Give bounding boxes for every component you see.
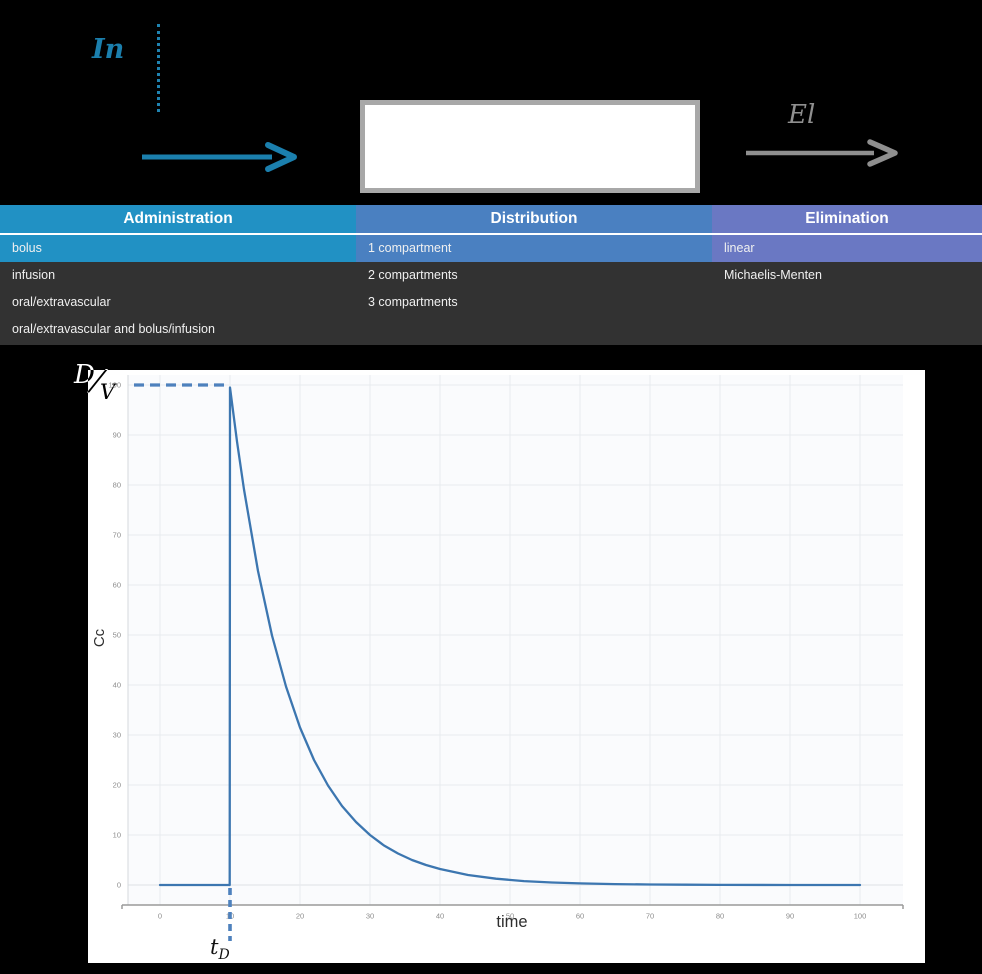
y-tick-label: 40 <box>113 681 121 690</box>
chart-panel: 0102030405060708090100010203040506070809… <box>88 370 925 963</box>
concentration-time-chart[interactable]: 0102030405060708090100010203040506070809… <box>88 370 925 963</box>
y-axis-title: Cc <box>91 628 108 647</box>
x-tick-label: 20 <box>296 912 304 921</box>
column-header-elimination: Elimination <box>712 205 982 235</box>
x-tick-label: 70 <box>646 912 654 921</box>
option-distribution-1-compartment[interactable]: 1 compartment <box>356 235 712 262</box>
x-tick-label: 40 <box>436 912 444 921</box>
option-elimination-michaelis-menten[interactable]: Michaelis-Menten <box>712 262 982 289</box>
y-tick-label: 10 <box>113 831 121 840</box>
input-dotted-line-icon <box>157 24 160 112</box>
elimination-label: El <box>788 100 815 130</box>
y-tick-label: 50 <box>113 631 121 640</box>
y-tick-label: 0 <box>117 881 121 890</box>
central-compartment-box <box>360 100 700 193</box>
option-administration-oral-extravascular-and-bolus-infusion[interactable]: oral/extravascular and bolus/infusion <box>0 316 356 343</box>
x-tick-label: 100 <box>854 912 867 921</box>
model-selector-table: Administrationbolusinfusionoral/extravas… <box>0 205 982 345</box>
column-header-administration: Administration <box>0 205 356 235</box>
y-tick-label: 60 <box>113 581 121 590</box>
x-tick-label: 80 <box>716 912 724 921</box>
option-administration-oral-extravascular[interactable]: oral/extravascular <box>0 289 356 316</box>
input-label: In <box>92 34 124 65</box>
selector-column-administration: Administrationbolusinfusionoral/extravas… <box>0 205 356 345</box>
option-administration-infusion[interactable]: infusion <box>0 262 356 289</box>
option-administration-bolus[interactable]: bolus <box>0 235 356 262</box>
x-tick-label: 30 <box>366 912 374 921</box>
dose-time-annotation: tD <box>210 937 230 962</box>
x-tick-label: 90 <box>786 912 794 921</box>
initial-concentration-annotation: D⁄V <box>74 360 115 404</box>
c0-denominator: V <box>100 380 115 404</box>
y-tick-label: 80 <box>113 481 121 490</box>
column-header-distribution: Distribution <box>356 205 712 235</box>
y-tick-label: 30 <box>113 731 121 740</box>
plot-area <box>128 375 903 905</box>
dose-time-subscript: D <box>218 947 229 963</box>
option-elimination-linear[interactable]: linear <box>712 235 982 262</box>
selector-column-distribution: Distribution1 compartment2 compartments3… <box>356 205 712 345</box>
selector-column-elimination: EliminationlinearMichaelis-Menten <box>712 205 982 345</box>
x-axis-title: time <box>496 913 527 931</box>
option-distribution-2-compartments[interactable]: 2 compartments <box>356 262 712 289</box>
x-tick-label: 60 <box>576 912 584 921</box>
y-tick-label: 90 <box>113 431 121 440</box>
input-arrow-icon <box>138 140 300 174</box>
y-tick-label: 20 <box>113 781 121 790</box>
c0-numerator: D <box>74 360 95 390</box>
x-tick-label: 0 <box>158 912 162 921</box>
elimination-arrow-icon <box>742 136 902 170</box>
y-tick-label: 70 <box>113 531 121 540</box>
option-distribution-3-compartments[interactable]: 3 compartments <box>356 289 712 316</box>
